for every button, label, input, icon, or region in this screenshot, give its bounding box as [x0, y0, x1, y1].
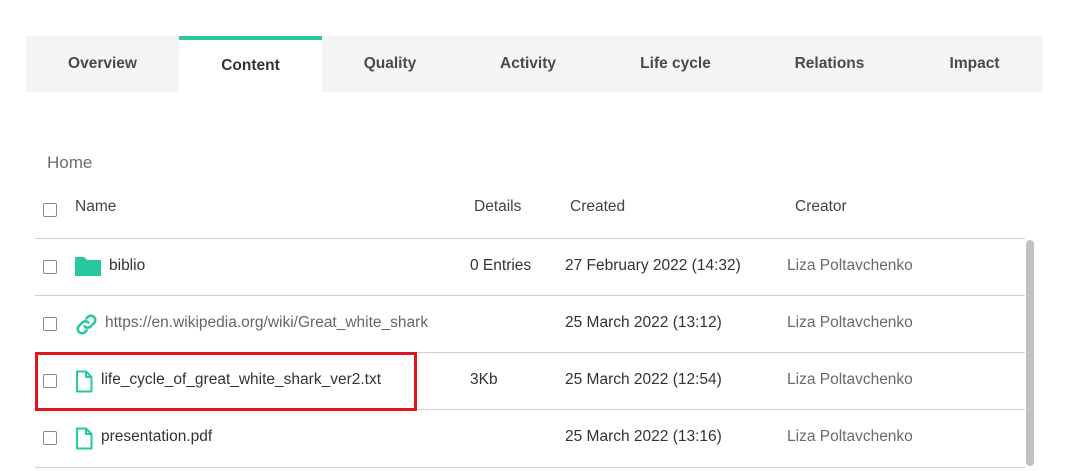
table-row[interactable]: presentation.pdf 25 March 2022 (13:16) L… [35, 409, 1025, 468]
tab-overview[interactable]: Overview [26, 36, 179, 92]
tab-relations[interactable]: Relations [753, 36, 906, 92]
column-header-details[interactable]: Details [474, 198, 521, 216]
table-row[interactable]: biblio 0 Entries 27 February 2022 (14:32… [35, 238, 1025, 296]
item-creator: Liza Poltavchenko [787, 428, 913, 445]
link-icon [75, 313, 98, 341]
row-checkbox[interactable] [43, 260, 57, 274]
table-row[interactable]: https://en.wikipedia.org/wiki/Great_whit… [35, 295, 1025, 353]
item-creator: Liza Poltavchenko [787, 314, 913, 331]
item-created: 25 March 2022 (12:54) [565, 371, 722, 388]
item-creator: Liza Poltavchenko [787, 257, 913, 274]
item-details: 0 Entries [470, 257, 532, 274]
tab-activity[interactable]: Activity [458, 36, 598, 92]
breadcrumb-home[interactable]: Home [47, 153, 92, 173]
item-creator: Liza Poltavchenko [787, 371, 913, 388]
column-header-name[interactable]: Name [75, 198, 116, 216]
item-name[interactable]: presentation.pdf [101, 428, 212, 446]
tab-impact[interactable]: Impact [906, 36, 1043, 92]
select-all-checkbox[interactable] [43, 203, 57, 217]
item-created: 27 February 2022 (14:32) [565, 257, 741, 274]
item-created: 25 March 2022 (13:16) [565, 428, 722, 445]
item-name[interactable]: biblio [109, 257, 145, 275]
file-icon [75, 370, 93, 398]
column-header-creator[interactable]: Creator [795, 198, 847, 216]
row-checkbox[interactable] [43, 374, 57, 388]
table-row[interactable]: life_cycle_of_great_white_shark_ver2.txt… [35, 352, 1025, 410]
tab-content[interactable]: Content [179, 36, 322, 92]
row-checkbox[interactable] [43, 317, 57, 331]
row-checkbox[interactable] [43, 431, 57, 445]
file-icon [75, 427, 93, 455]
column-header-created[interactable]: Created [570, 198, 625, 216]
item-name[interactable]: https://en.wikipedia.org/wiki/Great_whit… [105, 314, 428, 332]
scrollbar-thumb[interactable] [1026, 240, 1034, 466]
tab-life-cycle[interactable]: Life cycle [598, 36, 753, 92]
tab-quality[interactable]: Quality [322, 36, 458, 92]
folder-icon [74, 255, 102, 282]
item-details: 3Kb [470, 371, 498, 388]
item-created: 25 March 2022 (13:12) [565, 314, 722, 331]
tab-bar: Overview Content Quality Activity Life c… [26, 36, 1043, 92]
item-name[interactable]: life_cycle_of_great_white_shark_ver2.txt [101, 371, 381, 389]
